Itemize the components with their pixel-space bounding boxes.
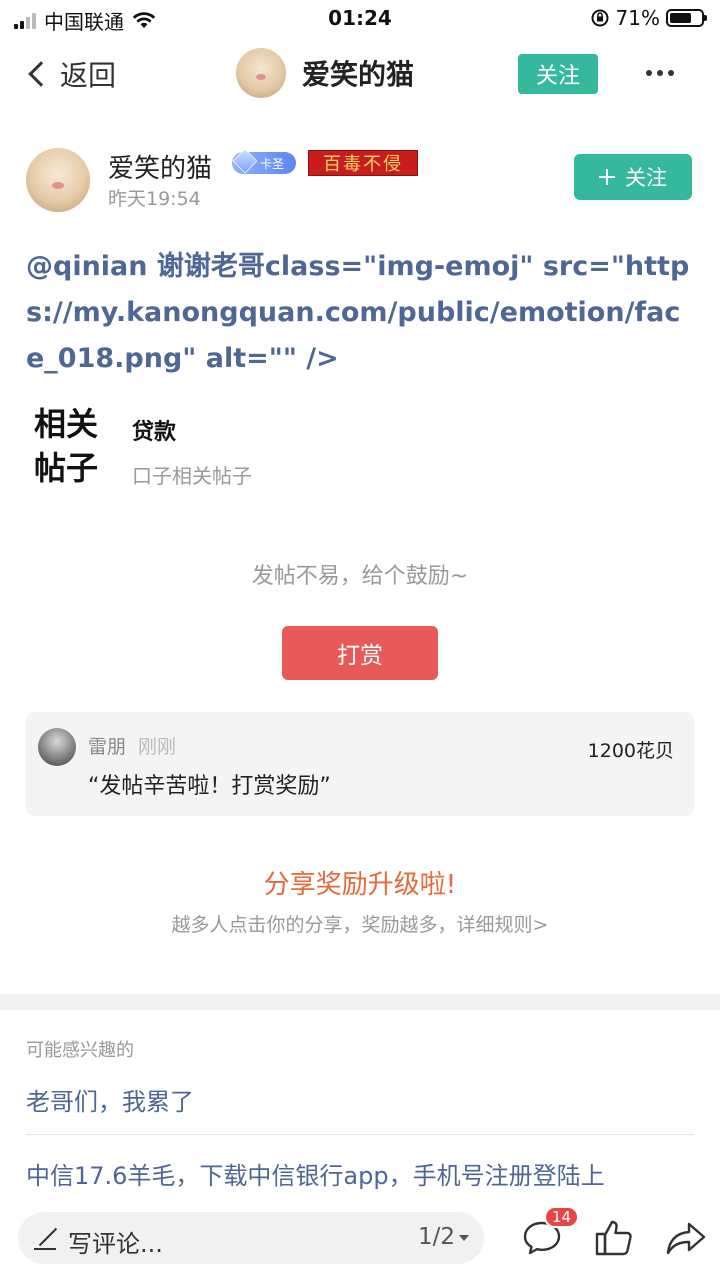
bottom-bar: 写评论... 1/2 14 [0, 1200, 720, 1280]
back-label: 返回 [60, 59, 117, 92]
interest-item[interactable]: 中信17.6羊毛，下载中信银行app，手机号注册登陆上 [26, 1156, 694, 1191]
reward-amount: 1200花贝 [587, 740, 674, 762]
comment-input[interactable]: 写评论... 1/2 [18, 1212, 484, 1264]
reward-message: “发帖辛苦啦！打赏奖励” [88, 774, 331, 799]
author-name[interactable]: 爱笑的猫 [108, 148, 212, 185]
medal-badge: 百毒不侵 [308, 150, 418, 176]
share-icon[interactable] [664, 1216, 708, 1260]
comment-count-badge: 14 [544, 1206, 580, 1228]
author-header: 爱笑的猫 卡圣 百毒不侵 昨天19:54 关注 [26, 148, 696, 218]
page-indicator[interactable]: 1/2 [418, 1224, 470, 1250]
nav-title: 爱笑的猫 [302, 58, 415, 91]
diamond-level-badge: 卡圣 [232, 152, 296, 174]
list-divider [26, 1134, 694, 1135]
share-title: 分享奖励升级啦! [263, 870, 457, 900]
reward-hint: 发帖不易，给个鼓励~ [251, 564, 469, 589]
rewarder-name[interactable]: 雷朋 [88, 732, 126, 759]
related-label: 相关帖子 [34, 405, 99, 487]
battery-icon [666, 9, 707, 27]
reward-record: 雷朋 刚刚 1200花贝 “发帖辛苦啦！打赏奖励” [26, 712, 694, 816]
thumbs-up-icon[interactable] [592, 1216, 636, 1260]
post-time: 昨天19:54 [108, 188, 201, 210]
interest-item[interactable]: 老哥们，我累了 [26, 1082, 694, 1117]
related-posts[interactable]: 相关帖子 贷款 口子相关帖子 [34, 402, 674, 492]
back-button[interactable]: 返回 [24, 54, 116, 94]
follow-button[interactable]: 关注 [574, 154, 692, 200]
status-right: 71% [590, 6, 707, 30]
related-title[interactable]: 贷款 [132, 414, 176, 446]
nav-author[interactable]: 爱笑的猫 [236, 48, 414, 98]
status-bar: 中国联通 01:24 71% [0, 0, 720, 36]
comment-placeholder: 写评论... [68, 1230, 163, 1258]
chevron-left-icon [28, 61, 54, 87]
caret-down-icon [459, 1235, 470, 1241]
nav-bar: 返回 爱笑的猫 关注 [0, 40, 720, 110]
post-content: @qinian 谢谢老哥class="img-emoj" src="https:… [26, 251, 690, 374]
nav-follow-button[interactable]: 关注 [518, 54, 598, 94]
more-options-icon[interactable] [646, 70, 674, 76]
battery-level [670, 13, 692, 23]
pencil-icon [34, 1226, 56, 1250]
reward-time: 刚刚 [138, 736, 177, 758]
section-divider [0, 994, 720, 1010]
author-avatar[interactable] [26, 148, 90, 212]
rotation-lock-icon [591, 9, 609, 27]
plus-icon [599, 169, 615, 185]
nav-avatar[interactable] [236, 48, 286, 98]
interest-label: 可能感兴趣的 [26, 1040, 134, 1061]
reward-button[interactable]: 打赏 [282, 626, 438, 680]
rewarder-avatar[interactable] [38, 728, 76, 766]
follow-label: 关注 [625, 166, 667, 190]
related-subtitle: 口子相关帖子 [132, 464, 252, 488]
page-indicator-label: 1/2 [418, 1224, 456, 1250]
battery-percent: 71% [615, 6, 660, 30]
share-rules-link[interactable]: 越多人点击你的分享，奖励越多，详细规则> [0, 910, 720, 937]
